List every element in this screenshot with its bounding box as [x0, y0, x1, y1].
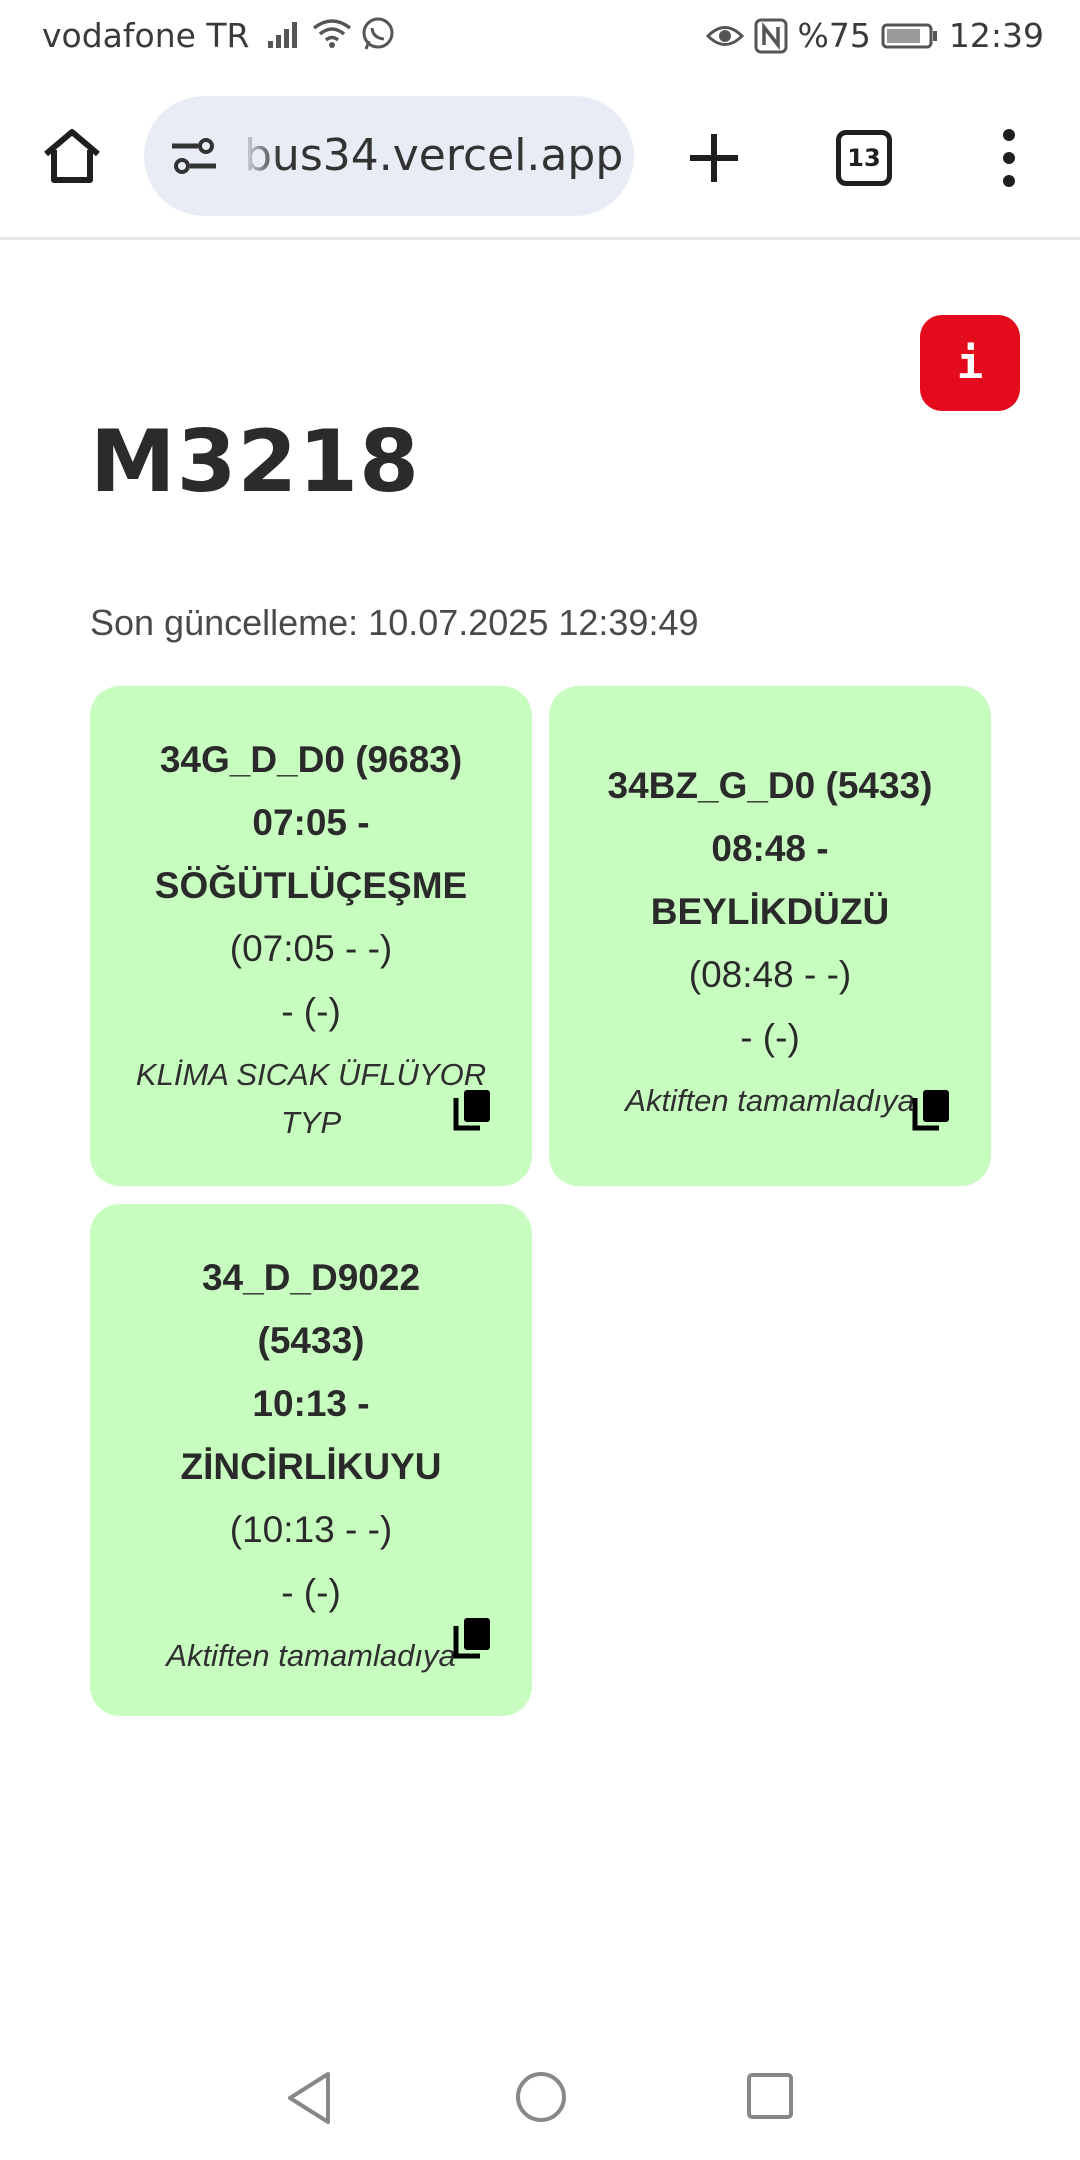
trip-destination: SÖĞÜTLÜÇEŞME [154, 865, 468, 906]
address-bar[interactable]: bus34.vercel.app [144, 96, 634, 216]
trip-line: 34G_D_D0 (9683) [159, 739, 463, 780]
more-vert-icon [1003, 129, 1015, 187]
trip-card: 34BZ_G_D0 (5433) 08:48 - BEYLİKDÜZÜ (08:… [549, 686, 991, 1186]
new-tab-button[interactable] [684, 128, 744, 188]
trip-time: 10:13 - [252, 1383, 370, 1424]
trip-destination: BEYLİKDÜZÜ [650, 891, 890, 932]
url-text[interactable]: bus34.vercel.app [244, 130, 623, 181]
status-right: %75 12:39 [705, 16, 1044, 55]
back-icon[interactable] [284, 2070, 334, 2126]
battery-percent: %75 [797, 16, 871, 55]
trip-card: 34_D_D9022 (5433) 10:13 - ZİNCİRLİKUYU (… [90, 1204, 532, 1716]
trip-times: (07:05 - -) [229, 928, 393, 969]
home-icon [44, 129, 100, 183]
overflow-menu-button[interactable] [994, 126, 1024, 190]
copy-icon[interactable] [911, 1088, 951, 1132]
trip-card: 34G_D_D0 (9683) 07:05 - SÖĞÜTLÜÇEŞME (07… [90, 686, 532, 1186]
tab-switcher-button[interactable]: 13 [836, 130, 892, 186]
last-update-text: Son güncelleme: 10.07.2025 12:39:49 [90, 602, 699, 643]
trip-time: 08:48 - [711, 828, 829, 869]
trip-times: (08:48 - -) [688, 954, 852, 995]
status-left-icons [266, 16, 396, 52]
page-title: M3218 [90, 412, 420, 512]
home-circle-icon[interactable] [514, 2070, 568, 2124]
recent-apps-icon[interactable] [746, 2072, 794, 2120]
trip-line: 34_D_D9022 [201, 1257, 421, 1298]
site-settings-icon[interactable] [170, 134, 218, 178]
nfc-icon [754, 18, 788, 54]
plus-icon [690, 134, 738, 182]
trip-vehicle: (5433) [257, 1320, 365, 1361]
browser-toolbar: bus34.vercel.app 13 [0, 76, 1080, 240]
trip-times: (10:13 - -) [229, 1509, 393, 1550]
carrier-label: vodafone TR [42, 16, 250, 55]
trip-line: 34BZ_G_D0 (5433) [607, 765, 933, 806]
trip-time: 07:05 - [252, 802, 370, 843]
home-button[interactable] [40, 124, 104, 188]
trip-destination: ZİNCİRLİKUYU [180, 1446, 442, 1487]
url-fade [240, 96, 280, 216]
clock: 12:39 [948, 16, 1044, 55]
status-bar: vodafone TR %75 12:39 [0, 0, 1080, 76]
whatsapp-icon [360, 16, 396, 52]
eye-icon [705, 21, 744, 51]
trip-status: - (-) [281, 1572, 341, 1613]
signal-icon [266, 19, 304, 49]
system-nav-bar [0, 2050, 1080, 2160]
copy-icon[interactable] [452, 1616, 492, 1660]
copy-icon[interactable] [452, 1088, 492, 1132]
info-button[interactable]: i [920, 315, 1020, 411]
battery-icon [881, 22, 939, 50]
trip-status: - (-) [740, 1017, 800, 1058]
trip-status: - (-) [281, 991, 341, 1032]
wifi-icon [312, 18, 352, 50]
